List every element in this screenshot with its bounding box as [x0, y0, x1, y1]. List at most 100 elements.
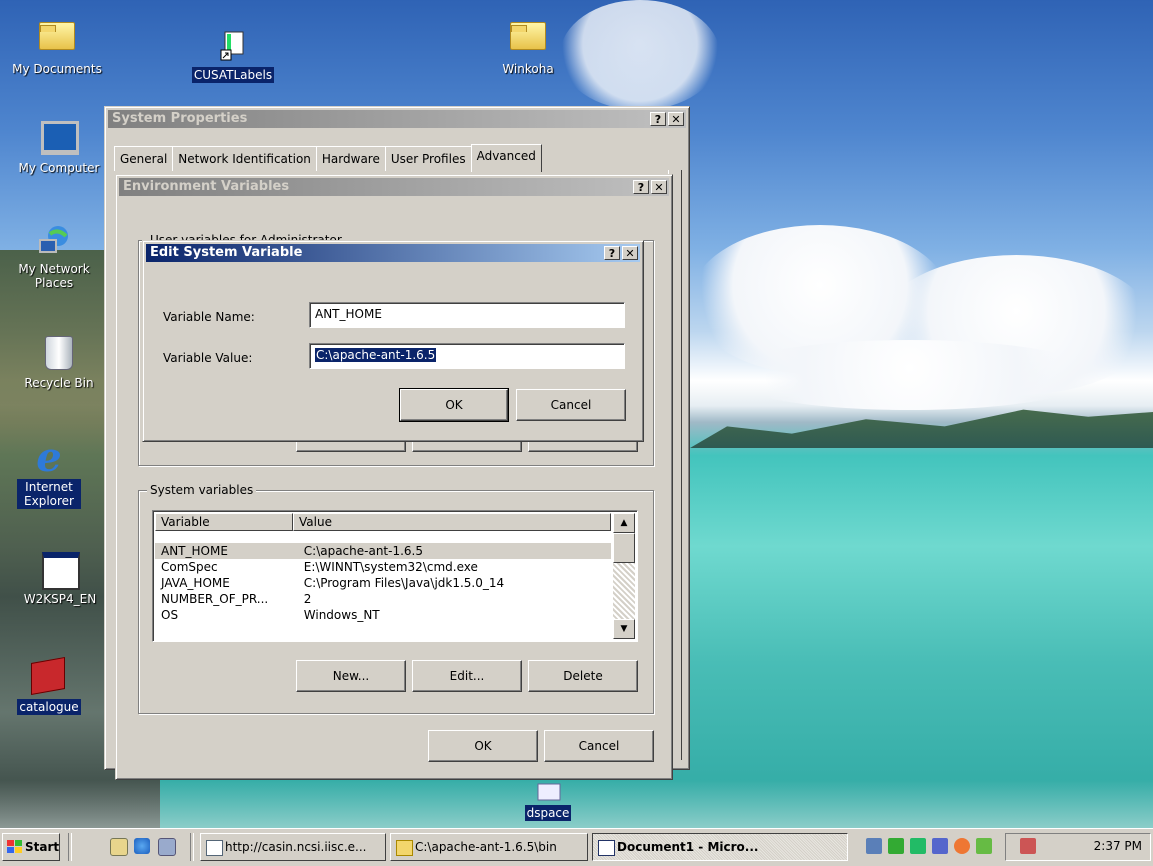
- ie-icon: e: [36, 434, 62, 481]
- desktop-icon-my-network-places[interactable]: My Network Places: [4, 222, 104, 291]
- close-button[interactable]: ✕: [622, 246, 638, 260]
- shortcut-icon: [215, 28, 251, 64]
- start-label: Start: [25, 840, 60, 854]
- tray-network-icon[interactable]: [866, 838, 882, 854]
- task-explorer-folder[interactable]: C:\apache-ant-1.6.5\bin: [390, 833, 588, 861]
- desktop-icon-winkoha[interactable]: Winkoha: [473, 14, 583, 77]
- folder-icon: [510, 22, 546, 58]
- delete-variable-button[interactable]: Delete: [528, 660, 638, 692]
- desktop-icon-my-computer[interactable]: My Computer: [4, 118, 114, 176]
- tab-user-profiles[interactable]: User Profiles: [384, 146, 472, 171]
- edit-ok-button[interactable]: OK: [399, 388, 509, 422]
- tab-hardware[interactable]: Hardware: [315, 146, 386, 171]
- tray-app-icon[interactable]: [888, 838, 904, 854]
- row-variable: JAVA_HOME: [161, 576, 230, 590]
- file-icon: [530, 782, 566, 802]
- task-label: C:\apache-ant-1.6.5\bin: [415, 840, 557, 854]
- window-title: System Properties: [112, 111, 248, 126]
- taskbar-separator: [190, 833, 194, 861]
- window-icon: [42, 552, 80, 590]
- desktop-icon-internet-explorer[interactable]: e Internet Explorer: [4, 434, 94, 509]
- window-title: Edit System Variable: [150, 245, 303, 260]
- clock: 2:37 PM: [1093, 839, 1142, 853]
- desktop-icon-cusatlabels[interactable]: CUSATLabels: [178, 28, 288, 83]
- variable-value-label: Variable Value:: [163, 351, 253, 365]
- task-word-document[interactable]: Document1 - Micro...: [592, 833, 848, 861]
- row-variable: NUMBER_OF_PR...: [161, 592, 269, 606]
- variable-value-field[interactable]: C:\apache-ant-1.6.5: [309, 343, 625, 369]
- row-value: C:\apache-ant-1.6.5: [303, 544, 423, 558]
- task-label: Document1 - Micro...: [617, 840, 759, 854]
- edit-cancel-button[interactable]: Cancel: [516, 389, 626, 421]
- recycle-bin-icon: [41, 336, 77, 372]
- env-ok-button[interactable]: OK: [428, 730, 538, 762]
- scroll-up-icon[interactable]: ▲: [613, 513, 635, 533]
- variable-value-text: C:\apache-ant-1.6.5: [315, 348, 437, 362]
- help-button[interactable]: ?: [650, 112, 666, 126]
- table-row[interactable]: JAVA_HOME C:\Program Files\Java\jdk1.5.0…: [155, 575, 611, 591]
- desktop-icon-my-documents[interactable]: My Documents: [2, 14, 112, 77]
- scroll-thumb[interactable]: [613, 533, 635, 563]
- system-variables-list[interactable]: Variable Value ANT_HOME C:\apache-ant-1.…: [152, 510, 638, 642]
- word-icon: [598, 840, 615, 856]
- tray-language-icon[interactable]: [1020, 838, 1036, 854]
- row-value: C:\Program Files\Java\jdk1.5.0_14: [303, 576, 505, 590]
- windows-logo-icon: [7, 840, 22, 853]
- close-button[interactable]: ✕: [651, 180, 667, 194]
- env-cancel-button[interactable]: Cancel: [544, 730, 654, 762]
- desktop-icon-recycle-bin[interactable]: Recycle Bin: [4, 334, 114, 391]
- row-variable: ComSpec: [161, 560, 218, 574]
- system-properties-tabs: General Network Identification Hardware …: [114, 144, 542, 172]
- environment-variables-titlebar: Environment Variables ? ✕: [119, 178, 669, 196]
- ie-page-icon: [206, 840, 223, 856]
- ie-icon[interactable]: [134, 838, 150, 854]
- row-value: 2: [303, 592, 312, 606]
- row-variable: ANT_HOME: [161, 544, 228, 558]
- scroll-down-icon[interactable]: ▼: [613, 619, 635, 639]
- taskbar: Start http://casin.ncsi.iisc.e... C:\apa…: [0, 828, 1153, 866]
- window-title: Environment Variables: [123, 179, 290, 194]
- tray-monitor-icon[interactable]: [910, 838, 926, 854]
- computer-icon: [41, 121, 79, 157]
- start-button[interactable]: Start: [2, 833, 60, 861]
- tray-shield-icon[interactable]: [932, 838, 948, 854]
- variable-name-label: Variable Name:: [163, 310, 255, 324]
- table-row[interactable]: NUMBER_OF_PR... 2: [155, 591, 611, 607]
- tray-globe-icon[interactable]: [954, 838, 970, 854]
- tray-antivirus-icon[interactable]: [976, 838, 992, 854]
- tab-advanced[interactable]: Advanced: [470, 144, 542, 172]
- task-label: http://casin.ncsi.iisc.e...: [225, 840, 367, 854]
- edit-variable-button[interactable]: Edit...: [412, 660, 522, 692]
- show-desktop-icon[interactable]: [110, 838, 128, 856]
- close-button[interactable]: ✕: [668, 112, 684, 126]
- list-header: Variable Value: [155, 513, 611, 531]
- system-properties-titlebar: System Properties ? ✕: [108, 110, 686, 128]
- taskbar-separator: [68, 833, 72, 861]
- book-shortcut-icon: [31, 657, 67, 696]
- channels-icon[interactable]: [158, 838, 176, 856]
- folder-icon: [396, 840, 413, 856]
- edit-system-variable-titlebar: Edit System Variable ? ✕: [146, 244, 640, 262]
- tab-network-identification[interactable]: Network Identification: [172, 146, 317, 171]
- new-variable-button[interactable]: New...: [296, 660, 406, 692]
- desktop-icon-dspace[interactable]: dspace: [493, 782, 603, 821]
- tab-general[interactable]: General: [114, 146, 174, 171]
- row-variable: OS: [161, 608, 179, 622]
- table-row[interactable]: ComSpec E:\WINNT\system32\cmd.exe: [155, 559, 611, 575]
- row-value: E:\WINNT\system32\cmd.exe: [303, 560, 478, 574]
- help-button[interactable]: ?: [604, 246, 620, 260]
- list-scrollbar[interactable]: ▲ ▼: [613, 513, 635, 639]
- task-browser[interactable]: http://casin.ncsi.iisc.e...: [200, 833, 386, 861]
- desktop-icon-catalogue[interactable]: catalogue: [4, 657, 94, 715]
- column-header-variable[interactable]: Variable: [155, 513, 293, 531]
- desktop-icon-w2ksp4[interactable]: W2KSP4_EN: [0, 552, 120, 607]
- folder-icon: [39, 22, 75, 58]
- table-row[interactable]: OS Windows_NT: [155, 607, 611, 623]
- table-row[interactable]: ANT_HOME C:\apache-ant-1.6.5: [155, 543, 611, 559]
- variable-name-field[interactable]: ANT_HOME: [309, 302, 625, 328]
- column-header-value[interactable]: Value: [293, 513, 611, 531]
- network-icon: [36, 222, 72, 258]
- row-value: Windows_NT: [303, 608, 380, 622]
- help-button[interactable]: ?: [633, 180, 649, 194]
- system-variables-label: System variables: [147, 483, 257, 497]
